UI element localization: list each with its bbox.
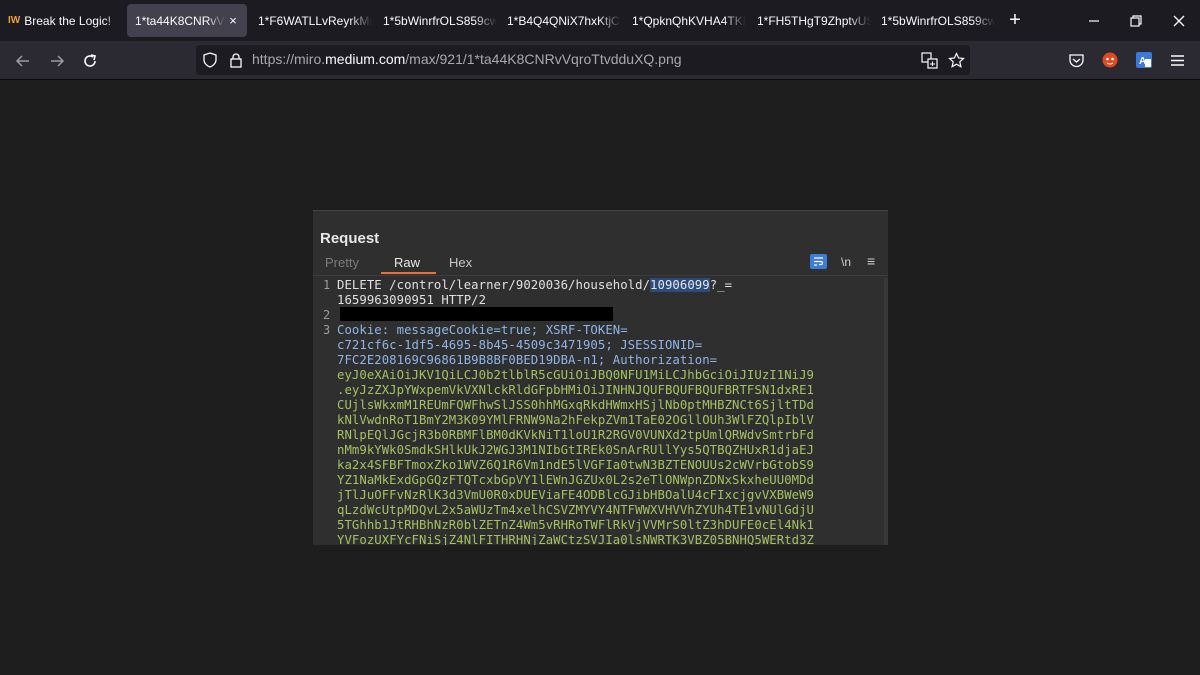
request-panel-image: Request Pretty Raw Hex \n ≡ 1 2 3 DELETE… xyxy=(313,210,888,545)
close-window-icon[interactable] xyxy=(1170,12,1188,30)
token-line: CUjlsWkxmM1REUmFQWFhwSlJSS0hhMGxqRkdHWmx… xyxy=(337,398,815,412)
request-method-path: DELETE /control/learner/9020036/househol… xyxy=(337,278,651,292)
panel-menu-icon: ≡ xyxy=(867,253,876,269)
tab-raw: Raw xyxy=(394,255,421,270)
selected-household-id: 10906099 xyxy=(650,278,710,292)
url-text[interactable]: https://miro.medium.com/max/921/1*ta44K8… xyxy=(252,51,682,67)
tab-label: 1*B4Q4QNiX7hxKtjC xyxy=(507,13,620,28)
tab-strip: IW Break the Logic! 1*ta44K8CNRvVqroTtvd… xyxy=(0,0,1200,41)
token-line: qLzdWcUtpMDQvL2x5aWUzTm4xelhCSVZMYVY4NTF… xyxy=(337,503,815,517)
newline-toggle-icon: \n xyxy=(841,255,852,269)
line-number: 1 xyxy=(323,278,331,292)
tab-break-the-logic[interactable]: IW Break the Logic! xyxy=(0,4,124,37)
tab-label: 1*F6WATLLvReyrkMw xyxy=(258,13,372,28)
tab-label: 1*FH5THgT9ZhptvUS xyxy=(757,13,871,28)
tab-divider xyxy=(313,275,888,276)
token-line: eyJ0eXAiOiJKV1QiLCJ0b2tlblR5cGUiOiJBQ0NF… xyxy=(337,368,815,382)
token-line: kNlVwdnRoT1BmY2M3K09YMlFRNW9Na2hFekpZVm1… xyxy=(337,413,815,427)
cookie-header-line: Cookie: messageCookie=true; XSRF-TOKEN= xyxy=(337,323,628,337)
tab-active-image[interactable]: 1*ta44K8CNRvVqroTtvdduXQ.png × xyxy=(127,4,247,37)
raw-request-editor: 1 2 3 DELETE /control/learner/9020036/ho… xyxy=(313,278,888,545)
tab-image-7[interactable]: 1*5bWinrfrOLS859cw xyxy=(873,4,995,37)
token-line: RNlpEQlJGcjR3b0RBMFlBM0dKVkNiT1loU1R2RGV… xyxy=(337,428,815,442)
token-line: .eyJzZXJpYWxpemVkVXNlckRldGFpbHMiOiJINHN… xyxy=(337,383,815,397)
redaction-bar xyxy=(340,307,613,321)
cookie-header-line: c721cf6c-1df5-4695-8b45-4509c3471905; JS… xyxy=(337,338,703,352)
query-param: ?_= xyxy=(709,278,733,292)
reload-icon[interactable] xyxy=(81,52,99,70)
tab-label: 1*QpknQhKVHA4TKF xyxy=(632,13,746,28)
tab-image-4[interactable]: 1*B4Q4QNiX7hxKtjC xyxy=(499,4,621,37)
close-tab-icon[interactable]: × xyxy=(225,13,241,28)
pocket-icon[interactable] xyxy=(1068,52,1085,69)
cookie-header-line: 7FC2E208169C96861B9B8BF0BED19DBA-n1; Aut… xyxy=(337,353,718,367)
tab-image-3[interactable]: 1*5bWinrfrOLS859cw xyxy=(375,4,497,37)
request-line: DELETE /control/learner/9020036/househol… xyxy=(337,278,732,293)
request-line-cont: 1659963090951 HTTP/2 xyxy=(337,293,487,307)
token-line: ka2x4SFBFTmoxZko1WVZ6Q1R6Vm1ndE5lVGFIa0t… xyxy=(337,458,815,472)
token-line: YVFozUXFYcFNiSjZ4NlFITHRHNjZaWCtzSVJIa0l… xyxy=(337,533,815,545)
tab-label: 1*5bWinrfrOLS859cw xyxy=(383,13,497,28)
token-line: 5TGhhb1JtRHBhNzR0blZETnZ4Wm5vRHRoTWFlRkV… xyxy=(337,518,815,532)
url-path: /max/921/1*ta44K8CNRvVqroTtvdduXQ.png xyxy=(405,51,682,67)
back-arrow-icon[interactable] xyxy=(14,52,32,70)
restore-icon[interactable] xyxy=(1127,12,1145,30)
url-host: medium.com xyxy=(325,51,406,67)
extension-fox-icon[interactable] xyxy=(1101,51,1119,69)
line-number: 2 xyxy=(323,308,331,322)
word-wrap-icon xyxy=(810,254,827,269)
bookmark-star-icon[interactable] xyxy=(948,52,965,69)
tab-image-6[interactable]: 1*FH5THgT9ZhptvUS xyxy=(749,4,871,37)
editor-scrollbar xyxy=(884,278,888,545)
tab-hex: Hex xyxy=(449,255,473,270)
tab-pretty: Pretty xyxy=(325,255,359,270)
token-line: YZ1NaMkExdGpGQzFTQTcxbGpVY1lEWnJGZUx0L2s… xyxy=(337,473,815,487)
translator-extension-icon[interactable]: A xyxy=(1135,51,1153,69)
tab-label: 1*5bWinrfrOLS859cw xyxy=(881,13,995,28)
tab-favicon-icon: IW xyxy=(8,15,21,26)
forward-arrow-icon[interactable] xyxy=(48,52,66,70)
panel-title: Request xyxy=(320,230,380,247)
url-scheme: https://miro. xyxy=(252,51,326,67)
translate-icon[interactable] xyxy=(921,52,938,69)
shield-icon[interactable] xyxy=(202,52,218,68)
tab-image-2[interactable]: 1*F6WATLLvReyrkMw xyxy=(250,4,372,37)
new-tab-button[interactable]: + xyxy=(1005,10,1025,31)
lock-icon[interactable] xyxy=(228,52,244,68)
token-line: jTlJuOFFvNzRlK3d3VmU0R0xDUEViaFE4ODBlcGJ… xyxy=(337,488,815,502)
token-line: nMm9kYWk0SmdkSHlkUkJ2WGJ3M1NIbGtIREk0SnA… xyxy=(337,443,815,457)
minimize-icon[interactable] xyxy=(1085,12,1103,30)
tab-image-5[interactable]: 1*QpknQhKVHA4TKF xyxy=(624,4,746,37)
active-tab-underline xyxy=(381,272,436,274)
hamburger-menu-icon[interactable] xyxy=(1169,52,1186,69)
line-number: 3 xyxy=(323,323,331,337)
tab-label: Break the Logic! xyxy=(24,13,111,28)
tab-label: 1*ta44K8CNRvVqroTtvdduXQ.png xyxy=(135,13,225,28)
